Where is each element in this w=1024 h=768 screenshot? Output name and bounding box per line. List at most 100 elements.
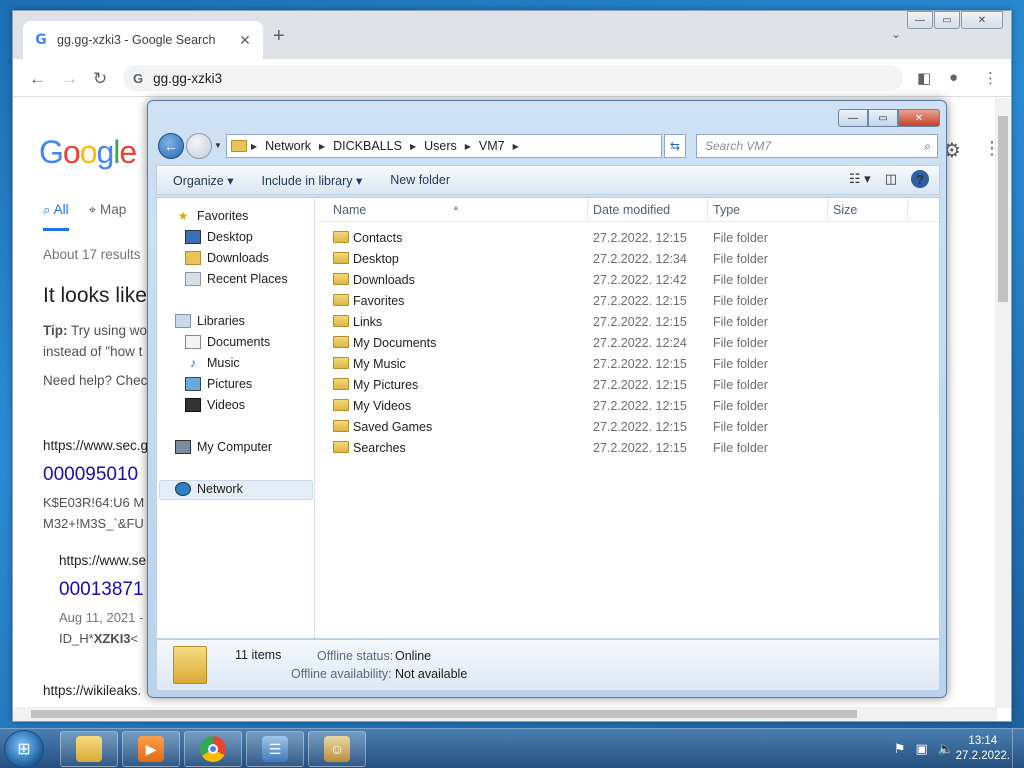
organize-button[interactable]: Organize ▾ [173, 173, 233, 188]
back-arrow-icon[interactable]: ← [29, 69, 46, 89]
column-header-name[interactable]: Name [333, 203, 366, 217]
new-folder-button[interactable]: New folder [390, 173, 450, 187]
nav-videos[interactable]: Videos [185, 398, 245, 412]
refresh-icon[interactable]: ⇆ [664, 134, 686, 158]
file-row[interactable]: Searches 27.2.2022. 12:15 File folder [317, 438, 939, 459]
maximize-button[interactable]: ▭ [868, 109, 898, 127]
volume-icon[interactable]: 🔈 [938, 741, 954, 757]
taskbar-chrome[interactable] [184, 731, 242, 767]
result-title[interactable]: 000095010 [43, 464, 138, 486]
desktop-icon [185, 230, 201, 244]
file-row[interactable]: My Music 27.2.2022. 12:15 File folder [317, 354, 939, 375]
file-row[interactable]: My Videos 27.2.2022. 12:15 File folder [317, 396, 939, 417]
file-date: 27.2.2022. 12:34 [593, 252, 687, 266]
search-input[interactable]: Search VM7 ⌕ [696, 134, 938, 158]
preview-pane-icon[interactable]: ◫ [885, 171, 897, 187]
side-panel-icon[interactable]: ◧ [917, 69, 931, 87]
forward-arrow-icon[interactable]: → [61, 69, 78, 89]
file-row[interactable]: Favorites 27.2.2022. 12:15 File folder [317, 291, 939, 312]
nav-documents[interactable]: Documents [185, 335, 270, 349]
file-row[interactable]: Contacts 27.2.2022. 12:15 File folder [317, 228, 939, 249]
breadcrumb-computer[interactable]: DICKBALLS [333, 139, 402, 153]
include-in-library-button[interactable]: Include in library ▾ [261, 173, 362, 188]
nav-recent-places[interactable]: Recent Places [185, 272, 288, 286]
browser-tab[interactable]: G gg.gg-xzki3 - Google Search ✕ [23, 21, 263, 59]
offline-availability-value: Not available [395, 667, 468, 681]
file-list: ▲ Name Date modified Type Size Contacts 2… [317, 198, 939, 638]
folder-icon [333, 357, 349, 369]
scrollbar-thumb[interactable] [31, 710, 857, 718]
result-url[interactable]: https://wikileaks. [43, 683, 141, 698]
file-row[interactable]: My Documents 27.2.2022. 12:24 File folder [317, 333, 939, 354]
forward-arrow-icon[interactable] [186, 133, 212, 159]
tab-maps[interactable]: ⌖ Map [89, 202, 127, 231]
tab-search-chevron-icon[interactable]: ⌄ [891, 27, 901, 41]
libraries-icon [175, 314, 191, 328]
folder-icon [333, 441, 349, 453]
result-url[interactable]: https://www.se [59, 553, 146, 568]
nav-network[interactable]: Network [175, 482, 243, 496]
column-header-date[interactable]: Date modified [593, 203, 670, 217]
file-row[interactable]: Saved Games 27.2.2022. 12:15 File folder [317, 417, 939, 438]
file-row[interactable]: Downloads 27.2.2022. 12:42 File folder [317, 270, 939, 291]
horizontal-scrollbar[interactable] [13, 707, 997, 721]
action-center-flag-icon[interactable]: ⚑ [894, 741, 906, 757]
file-date: 27.2.2022. 12:15 [593, 231, 687, 245]
breadcrumb-vm7[interactable]: VM7 [479, 139, 505, 153]
file-row[interactable]: My Pictures 27.2.2022. 12:15 File folder [317, 375, 939, 396]
file-row[interactable]: Links 27.2.2022. 12:15 File folder [317, 312, 939, 333]
clock[interactable]: 13:14 27.2.2022. [956, 734, 1010, 764]
result-snippet: K$E03R!64:U6 M M32+!M3S_`&FU [43, 495, 145, 531]
result-title[interactable]: 00013871 [59, 579, 144, 601]
close-window-button[interactable]: ✕ [961, 11, 1003, 29]
network-tray-icon[interactable]: ▣ [916, 741, 928, 757]
taskbar-media-player[interactable]: ▶ [122, 731, 180, 767]
file-date: 27.2.2022. 12:42 [593, 273, 687, 287]
taskbar-control-panel[interactable]: ☰ [246, 731, 304, 767]
minimize-button[interactable]: — [838, 109, 868, 127]
file-row[interactable]: Desktop 27.2.2022. 12:34 File folder [317, 249, 939, 270]
folder-icon [333, 273, 349, 285]
change-view-icon[interactable]: ☷ ▾ [849, 171, 871, 187]
taskbar-explorer[interactable] [60, 731, 118, 767]
nav-favorites[interactable]: ★ Favorites [175, 209, 249, 223]
result-url[interactable]: https://www.sec.g [43, 438, 148, 453]
vertical-scrollbar[interactable] [995, 98, 1011, 708]
nav-downloads[interactable]: Downloads [185, 251, 269, 265]
recent-pages-chevron-icon[interactable]: ▼ [214, 141, 222, 150]
tab-all[interactable]: ⌕ All [43, 202, 69, 231]
maximize-button[interactable]: ▭ [934, 11, 960, 29]
google-logo[interactable]: Google [39, 134, 137, 171]
explorer-address-bar[interactable]: ▶ Network ▶ DICKBALLS ▶ Users ▶ VM7 ▶ ▼ [226, 134, 723, 158]
star-icon: ★ [177, 209, 189, 223]
start-button[interactable]: ⊞ [4, 730, 44, 768]
reload-icon[interactable]: ↻ [93, 69, 107, 89]
new-tab-button[interactable]: + [273, 25, 285, 48]
nav-libraries[interactable]: Libraries [175, 314, 245, 328]
scrollbar-thumb[interactable] [998, 116, 1008, 302]
chrome-window-controls: — ▭ ✕ [906, 11, 1003, 29]
tab-close-icon[interactable]: ✕ [237, 32, 253, 49]
profile-avatar-icon[interactable]: ● [949, 69, 958, 86]
nav-my-computer[interactable]: My Computer [175, 440, 272, 454]
address-bar[interactable]: G gg.gg-xzki3 [123, 65, 903, 91]
column-header-size[interactable]: Size [833, 203, 857, 217]
help-icon[interactable]: ? [911, 170, 929, 188]
folder-icon [333, 420, 349, 432]
chrome-menu-icon[interactable]: ⋮ [983, 69, 998, 87]
breadcrumb-network[interactable]: Network [265, 139, 311, 153]
folder-icon [333, 315, 349, 327]
pictures-icon [185, 377, 201, 391]
nav-music[interactable]: ♪ Music [185, 356, 240, 370]
minimize-button[interactable]: — [907, 11, 933, 29]
nav-desktop[interactable]: Desktop [185, 230, 253, 244]
breadcrumb-users[interactable]: Users [424, 139, 457, 153]
taskbar-users[interactable]: ☺ [308, 731, 366, 767]
back-arrow-icon[interactable]: ← [158, 133, 184, 159]
search-icon[interactable]: ⌕ [924, 139, 931, 154]
close-window-button[interactable]: ✕ [898, 109, 940, 127]
show-desktop-button[interactable] [1012, 729, 1024, 768]
file-type: File folder [713, 294, 768, 308]
nav-pictures[interactable]: Pictures [185, 377, 252, 391]
column-header-type[interactable]: Type [713, 203, 740, 217]
